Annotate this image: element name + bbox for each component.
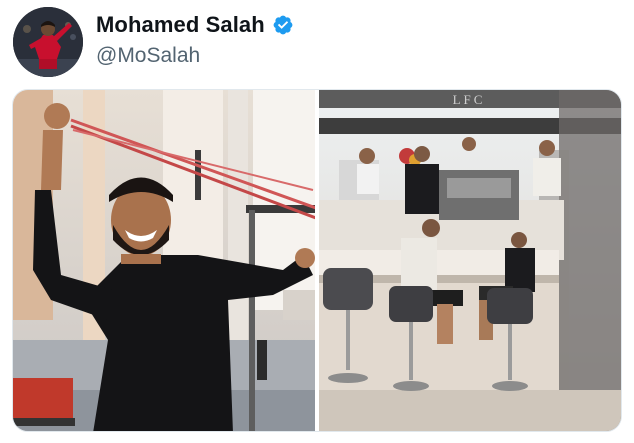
- avatar[interactable]: [13, 7, 83, 77]
- tweet-media: LFC: [12, 89, 622, 432]
- verified-badge-icon: [273, 15, 293, 35]
- gym-resistance-band-photo-icon: [13, 90, 315, 431]
- cafe-sign-text: LFC: [453, 92, 486, 107]
- media-photo-gym[interactable]: [13, 90, 315, 431]
- display-name[interactable]: Mohamed Salah: [96, 12, 265, 38]
- media-photo-cafe[interactable]: LFC: [319, 90, 621, 431]
- profile-photo-icon: [13, 7, 83, 77]
- cafe-players-photo-icon: LFC: [319, 90, 621, 431]
- handle[interactable]: @MoSalah: [96, 44, 200, 68]
- name-row: Mohamed Salah: [96, 12, 294, 38]
- tweet-header: Mohamed Salah @MoSalah: [0, 0, 634, 84]
